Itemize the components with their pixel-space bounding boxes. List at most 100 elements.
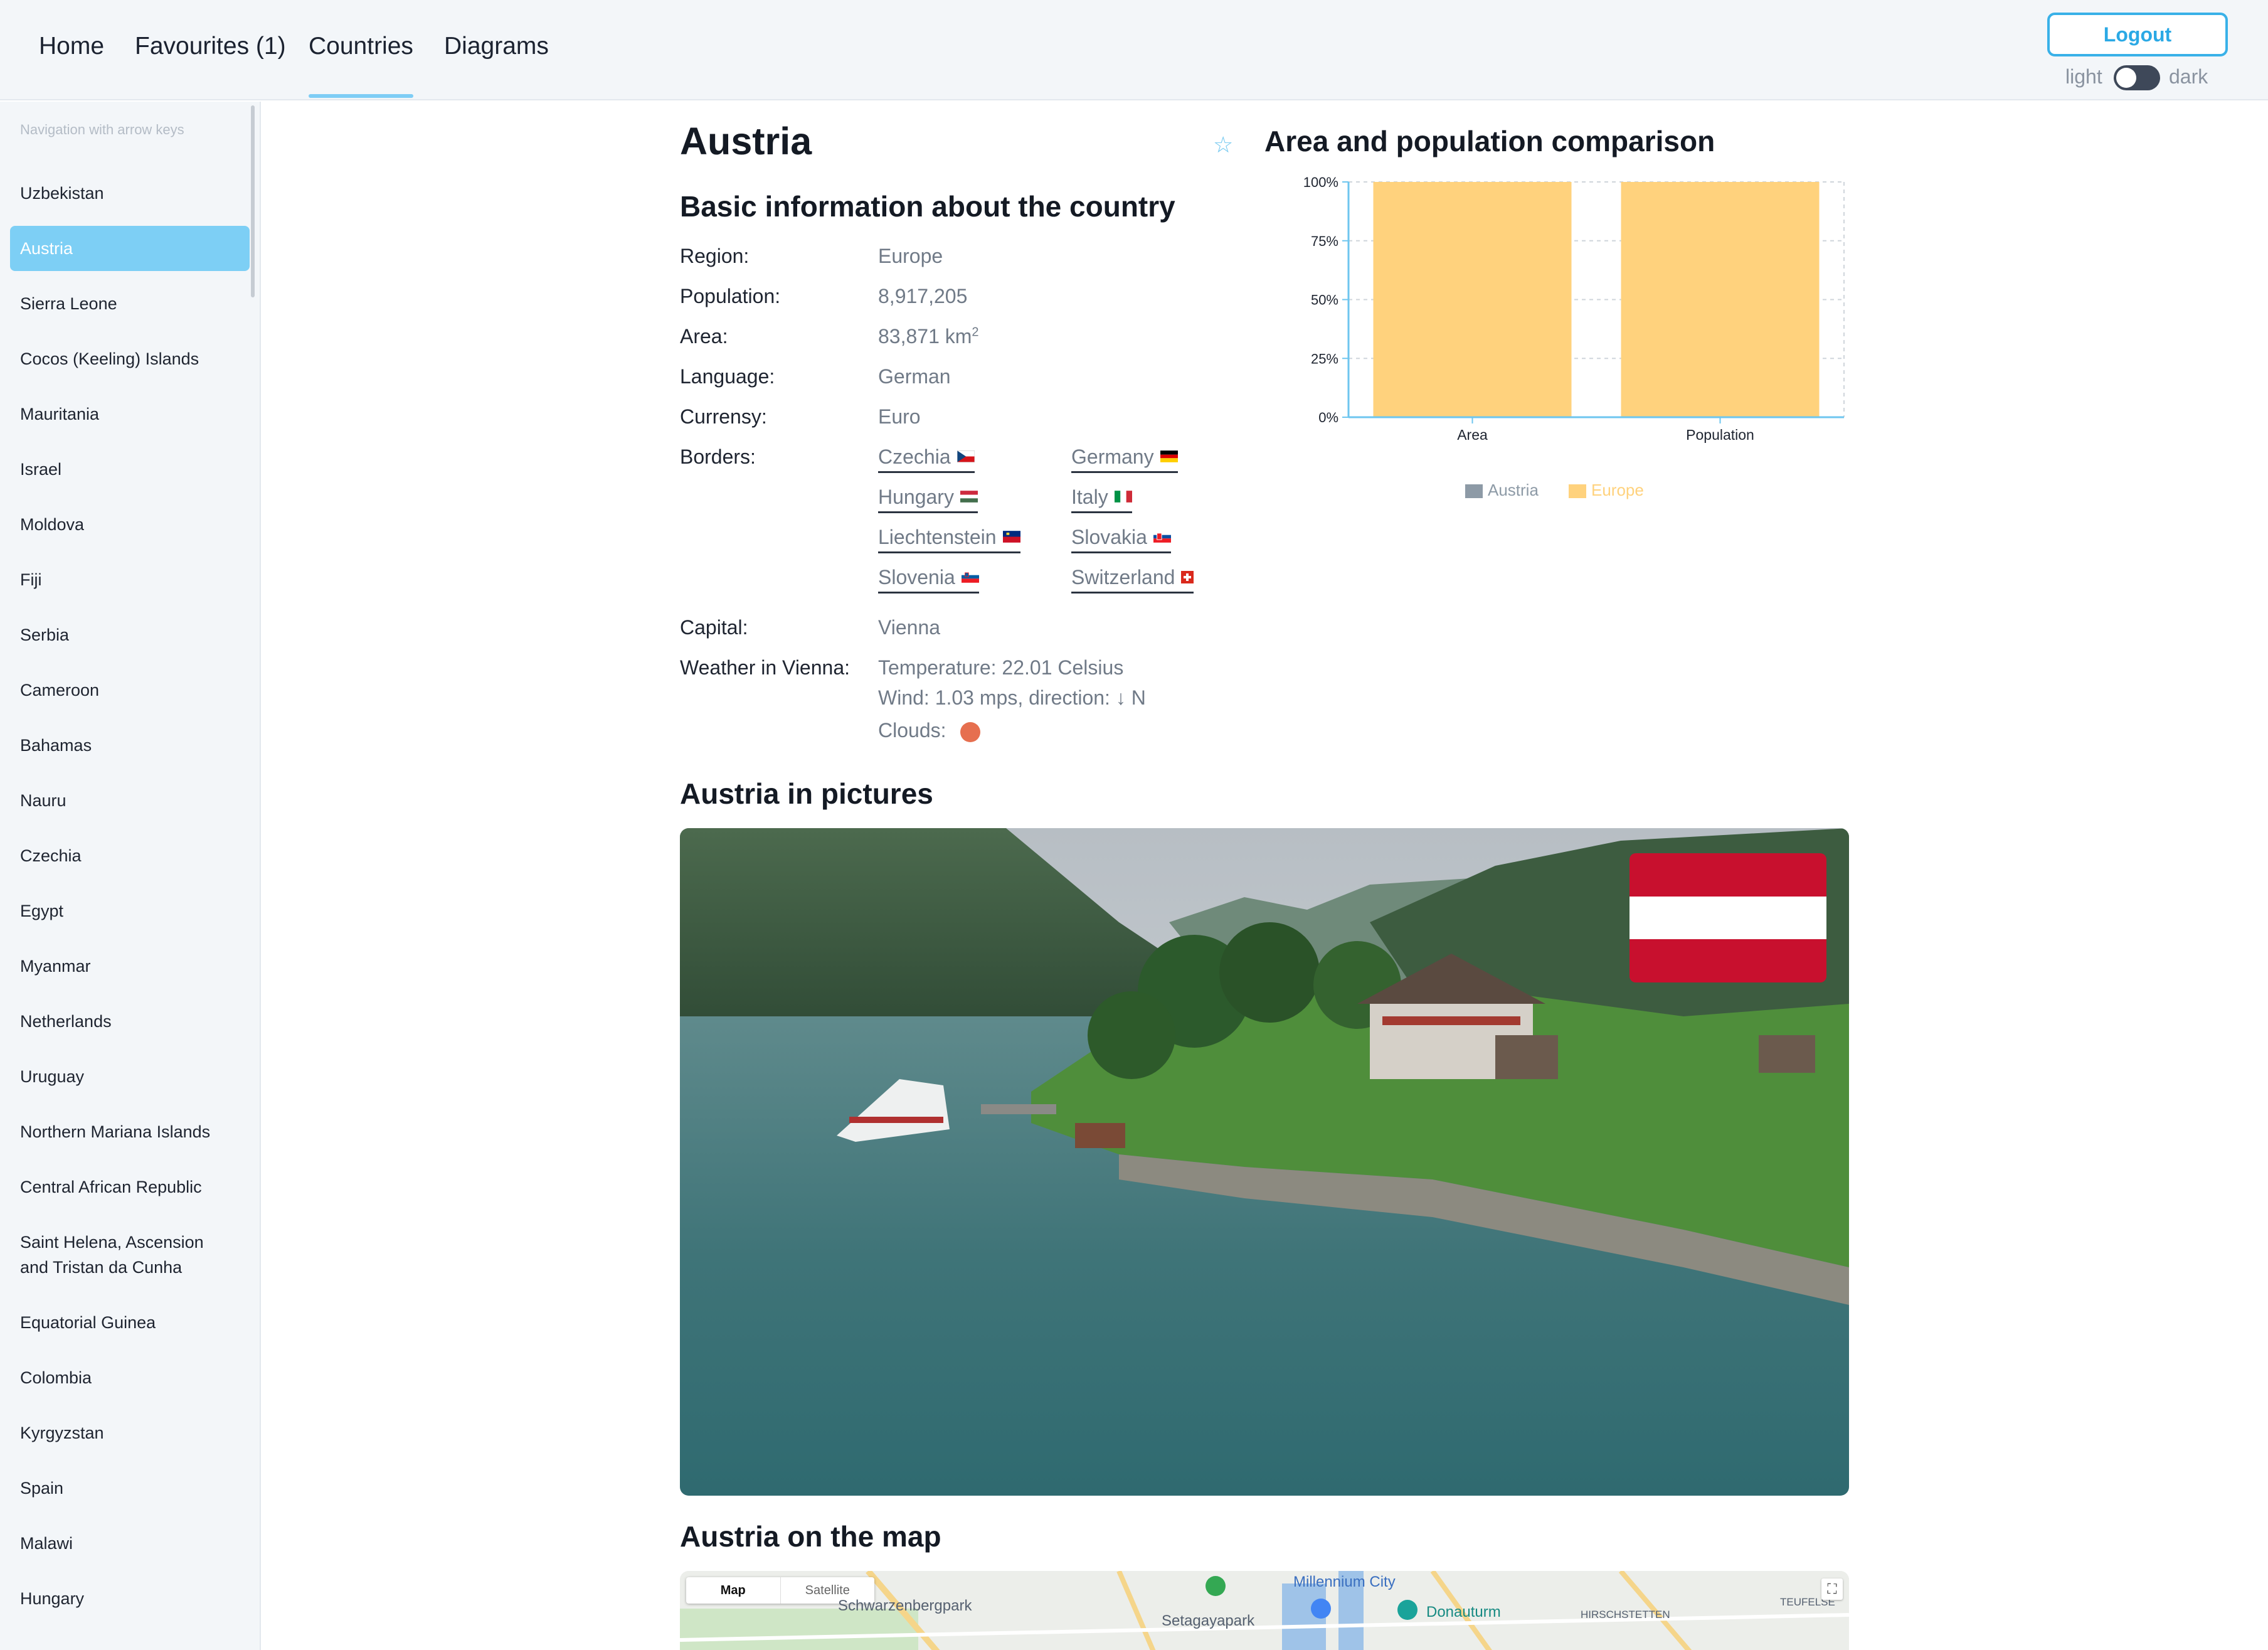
tab-diagrams[interactable]: Diagrams <box>444 33 549 60</box>
border-link-slovenia[interactable]: Slovenia <box>878 566 979 593</box>
capital-value: Vienna <box>878 616 941 639</box>
chart-title: Area and population comparison <box>1264 125 1715 157</box>
sidebar-scrollbar[interactable] <box>251 105 255 297</box>
sidebar-item-country[interactable]: Kyrgyzstan <box>10 1420 250 1445</box>
currency-label: Currensy: <box>680 405 767 428</box>
weather-clouds-label: Clouds: <box>878 719 946 742</box>
switzerland-flag-icon <box>1181 570 1194 583</box>
border-name: Switzerland <box>1071 566 1175 588</box>
border-name: Slovenia <box>878 566 955 588</box>
sidebar-item-country[interactable]: Bahamas <box>10 733 250 758</box>
austria-flag-icon <box>1629 853 1826 982</box>
legend-swatch-austria <box>1465 484 1483 498</box>
italy-flag-icon <box>1114 491 1132 503</box>
sidebar-item-country[interactable]: Spain <box>10 1476 250 1501</box>
area-population-chart: 0% 25% 50% 75% 100% Area Population Austria Euro… <box>1303 174 1845 499</box>
sidebar-item-country[interactable]: Malawi <box>10 1531 250 1556</box>
border-link-czechia[interactable]: Czechia <box>878 445 975 473</box>
population-label: Population: <box>680 285 781 307</box>
x-tick-label: Population <box>1686 427 1754 443</box>
sidebar-item-country[interactable]: Fiji <box>10 567 250 592</box>
tab-home[interactable]: Home <box>39 33 104 60</box>
borders-label: Borders: <box>680 445 756 468</box>
border-name: Czechia <box>878 445 951 468</box>
sidebar-item-country[interactable]: Moldova <box>10 512 250 537</box>
sidebar-item-country[interactable]: Uzbekistan <box>10 181 250 206</box>
border-name: Liechtenstein <box>878 526 997 548</box>
tab-favourites[interactable]: Favourites (1) <box>135 33 286 60</box>
country-photo <box>680 828 1849 1496</box>
sidebar-item-country[interactable]: Sierra Leone <box>10 291 250 316</box>
legend-label-europe: Europe <box>1591 481 1644 499</box>
fullscreen-icon[interactable]: ⛶ <box>1821 1578 1843 1600</box>
map-place-label: Donauturm <box>1426 1604 1501 1621</box>
theme-toggle[interactable] <box>2114 65 2160 90</box>
x-tick-label: Area <box>1457 427 1488 443</box>
sidebar-hint: Navigation with arrow keys <box>20 122 184 137</box>
czechia-flag-icon <box>956 450 975 463</box>
y-tick-label: 0% <box>1318 410 1338 425</box>
border-link-hungary[interactable]: Hungary <box>878 486 978 513</box>
favourite-star-icon[interactable]: ☆ <box>1213 132 1233 158</box>
population-value: 8,917,205 <box>878 285 968 307</box>
area-unit-superscript: 2 <box>972 325 979 339</box>
border-link-switzerland[interactable]: Switzerland <box>1071 566 1194 593</box>
country-map[interactable]: Map Satellite Schwarzenbergpark Setagaya… <box>680 1571 1849 1650</box>
theme-dark-label: dark <box>2169 65 2208 88</box>
sidebar-item-country[interactable]: Saint Helena, Ascension <box>10 1230 250 1255</box>
sidebar-item-country[interactable]: Cocos (Keeling) Islands <box>10 346 250 371</box>
basic-info-heading: Basic information about the country <box>680 190 1175 223</box>
map-view-button[interactable]: Map <box>686 1577 780 1604</box>
border-link-germany[interactable]: Germany <box>1071 445 1178 473</box>
liechtenstein-flag-icon <box>1002 531 1020 543</box>
capital-label: Capital: <box>680 616 748 639</box>
logout-button[interactable]: Logout <box>2047 13 2228 56</box>
region-value: Europe <box>878 245 943 267</box>
sidebar-item-country[interactable]: Hungary <box>10 1586 250 1611</box>
bar-europe-population <box>1621 182 1820 417</box>
pictures-heading: Austria in pictures <box>680 777 933 810</box>
y-tick-label: 25% <box>1311 351 1338 366</box>
sidebar-item-country[interactable]: Nauru <box>10 788 250 813</box>
sidebar-item-country[interactable]: Central African Republic <box>10 1174 250 1200</box>
border-name: Italy <box>1071 486 1108 508</box>
country-title: Austria <box>680 120 812 162</box>
sidebar-item-country-continued[interactable]: and Tristan da Cunha <box>10 1255 250 1280</box>
map-place-label: Schwarzenbergpark <box>838 1597 972 1614</box>
sidebar-item-country[interactable]: Mauritania <box>10 402 250 427</box>
weather-temperature: Temperature: 22.01 Celsius <box>878 656 1124 679</box>
map-place-label: HIRSCHSTETTEN <box>1581 1609 1670 1621</box>
border-name: Slovakia <box>1071 526 1147 548</box>
sidebar-item-country[interactable]: Northern Mariana Islands <box>10 1119 250 1144</box>
sidebar-item-country[interactable]: Equatorial Guinea <box>10 1310 250 1335</box>
sidebar-item-country[interactable]: Colombia <box>10 1365 250 1390</box>
sidebar-item-country[interactable]: Czechia <box>10 843 250 868</box>
area-number: 83,871 km <box>878 325 972 348</box>
sidebar-item-country[interactable]: Myanmar <box>10 954 250 979</box>
weather-wind: Wind: 1.03 mps, direction: ↓ N <box>878 686 1146 709</box>
sidebar-item-country[interactable]: Cameroon <box>10 678 250 703</box>
sidebar-item-country[interactable]: Serbia <box>10 622 250 647</box>
border-link-italy[interactable]: Italy <box>1071 486 1132 513</box>
region-label: Region: <box>680 245 750 267</box>
germany-flag-icon <box>1160 450 1178 462</box>
border-link-slovakia[interactable]: Slovakia <box>1071 526 1171 553</box>
tab-countries[interactable]: Countries <box>309 33 413 98</box>
bar-europe-area <box>1373 182 1572 417</box>
sidebar-item-country[interactable]: Uruguay <box>10 1064 250 1089</box>
sidebar-item-country[interactable]: Egypt <box>10 898 250 923</box>
y-tick-label: 100% <box>1303 174 1338 190</box>
border-link-liechtenstein[interactable]: Liechtenstein <box>878 526 1020 553</box>
map-place-label: Setagayapark <box>1162 1612 1255 1629</box>
border-name: Hungary <box>878 486 954 508</box>
country-sidebar: Navigation with arrow keys Uzbekistan Au… <box>0 102 261 1650</box>
legend-swatch-europe <box>1569 484 1586 498</box>
legend-label-austria: Austria <box>1488 481 1539 499</box>
theme-light-label: light <box>2065 65 2102 88</box>
hungary-flag-icon <box>960 491 978 503</box>
sidebar-item-country[interactable]: Israel <box>10 457 250 482</box>
map-heading: Austria on the map <box>680 1520 941 1553</box>
sidebar-item-country[interactable]: Netherlands <box>10 1009 250 1034</box>
sidebar-item-country-selected[interactable]: Austria <box>10 226 250 271</box>
currency-value: Euro <box>878 405 921 428</box>
